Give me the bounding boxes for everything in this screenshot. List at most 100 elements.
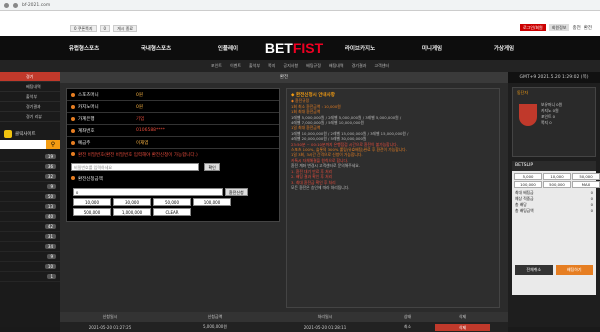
betslip-chip[interactable]: 100,000 [514, 181, 542, 188]
exchange-form: 스포츠머니 0원 카지노머니 0원 가계은행 기업 계좌번호 0106588**** 예… [66, 88, 280, 222]
amount-chips: 10,000 30,000 50,000 100,000 500,000 1,0… [73, 198, 273, 216]
subnav-event[interactable]: 이벤트 [230, 63, 241, 69]
nav-virtual-game[interactable]: 가상게임 [468, 44, 540, 52]
chip-100000[interactable]: 100,000 [193, 198, 231, 206]
amount-label: 환전신청금액 [67, 173, 279, 185]
nav-live-casino[interactable]: 라이브카지노 [324, 44, 396, 52]
member-info-link[interactable]: 회원정보 [548, 24, 570, 31]
subnav-rules[interactable]: 배팅규정 [306, 63, 321, 69]
sport-count-row[interactable]: 50 [0, 192, 60, 202]
top-right-links: 로그인/회원 회원정보 충전 환전 [519, 24, 592, 31]
sport-count-badge: 10 [44, 264, 56, 269]
money-icon [71, 176, 75, 180]
subnav-attendance[interactable]: 출석부 [249, 63, 260, 69]
sport-count-badge: 9 [47, 184, 56, 189]
sport-count-row[interactable]: 36 [0, 162, 60, 172]
betslip: BETSLIP 5,000 10,000 50,000 100,000 500,… [512, 161, 600, 295]
subnav-history[interactable]: 배팅내역 [329, 63, 344, 69]
sidebar-search[interactable]: ⚲ [0, 140, 60, 149]
sport-count-list: 19 36 32 9 50 13 40 42 31 34 9 10 1 [0, 149, 60, 282]
sport-count-row[interactable]: 34 [0, 242, 60, 252]
shield-icon [519, 104, 537, 126]
betslip-title: BETSLIP [512, 161, 596, 171]
top-bar: 0 쿠폰쪽지 0 게시 종료 로그인/회원 회원정보 충전 환전 [0, 11, 600, 36]
betslip-chips: 5,000 10,000 50,000 100,000 500,000 MAX [512, 171, 600, 190]
address-bar[interactable]: bf-2021.com [22, 3, 50, 8]
sport-count-row[interactable]: 40 [0, 212, 60, 222]
password-input[interactable]: 비밀번호를 입력하세요 [71, 163, 199, 171]
coin-icon [71, 104, 75, 109]
form-row-casino-money: 카지노머니 0원 [67, 101, 279, 113]
top-btn-2[interactable]: 게시 종료 [113, 25, 138, 32]
sport-count-row[interactable]: 1 [0, 272, 60, 282]
sidebar-item-results[interactable]: 경기결과 [0, 102, 60, 112]
sidebar-item-attendance[interactable]: 출석부 [0, 92, 60, 102]
search-icon[interactable]: ⚲ [46, 140, 60, 149]
cancel-all-button[interactable]: 전체취소 [515, 265, 553, 275]
nav-euro-sports[interactable]: 유럽형스포츠 [48, 44, 120, 52]
chip-1000000[interactable]: 1,000,000 [113, 208, 151, 216]
form-row-holder: 예금주 이재엽 [67, 137, 279, 149]
sport-count-badge: 9 [47, 254, 56, 259]
browser-chrome: bf-2021.com [0, 0, 600, 327]
sport-count-row[interactable]: 9 [0, 252, 60, 262]
sidebar-item-bet-history[interactable]: 베팅내역 [0, 82, 60, 92]
chip-500000[interactable]: 500,000 [73, 208, 111, 216]
sport-count-badge: 34 [44, 244, 56, 249]
subnav-support[interactable]: 고객센터 [374, 63, 389, 69]
forward-icon[interactable] [13, 2, 18, 8]
chip-30000[interactable]: 30,000 [113, 198, 151, 206]
delete-button[interactable]: 삭제 [435, 323, 490, 331]
site-logo[interactable]: BETFIST [264, 40, 324, 56]
sport-count-badge: 19 [44, 154, 56, 159]
betslip-chip[interactable]: 5,000 [514, 173, 542, 180]
nav-mini-game[interactable]: 미니게임 [396, 44, 468, 52]
place-bet-button[interactable]: 배팅하기 [555, 265, 593, 275]
sport-count-row[interactable]: 31 [0, 232, 60, 242]
user-level: 동단자 [517, 90, 529, 95]
coupon-link[interactable]: 0 쿠폰쪽지 [70, 25, 97, 32]
betslip-chip[interactable]: MAX [572, 181, 600, 188]
subnav-message[interactable]: 쪽지 [268, 63, 275, 69]
amount-input[interactable] [73, 188, 223, 196]
sport-count-row[interactable]: 13 [0, 202, 60, 212]
sport-count-row[interactable]: 9 [0, 182, 60, 192]
chip-10000[interactable]: 10,000 [73, 198, 111, 206]
page-title: 환전 [60, 72, 508, 83]
left-sidebar: 경기 베팅내역 출석부 경기결과 경기 리뷰 클릭사이트 ⚲ 19 36 32 9 50… [0, 72, 60, 327]
nav-inplay[interactable]: 인플레이 [192, 44, 264, 52]
subnav-point[interactable]: 포인트 [211, 63, 222, 69]
user-balances: 보유머니 0원 카지노 0원 포인트 0 쪽지 0 [541, 102, 563, 125]
exchange-link[interactable]: 환전 [584, 25, 592, 31]
sport-count-row[interactable]: 10 [0, 262, 60, 272]
chip-50000[interactable]: 50,000 [153, 198, 191, 206]
table-row: 2021-05-20 01:27:25 5,000,000원 2021-05-2… [60, 322, 508, 332]
back-icon[interactable] [4, 2, 9, 8]
sidebar-item-review[interactable]: 경기 리뷰 [0, 112, 60, 122]
amount-controls: 환전신청 10,000 30,000 50,000 100,000 500,00… [73, 188, 273, 216]
sport-count-badge: 31 [44, 234, 56, 239]
sport-count-row[interactable]: 32 [0, 172, 60, 182]
subnav-results[interactable]: 경기결과 [352, 63, 367, 69]
coin-icon [71, 92, 75, 97]
chip-clear[interactable]: CLEAR [153, 208, 191, 216]
sport-count-row[interactable]: 42 [0, 222, 60, 232]
login-link[interactable]: 로그인/회원 [519, 24, 546, 31]
password-confirm-button[interactable]: 확인 [204, 163, 220, 171]
nav-domestic-sports[interactable]: 국내형스포츠 [120, 44, 192, 52]
sidebar-item-game[interactable]: 경기 [0, 72, 60, 82]
subnav-notice[interactable]: 공지사항 [283, 63, 298, 69]
bank-icon [71, 116, 75, 121]
sub-nav: 포인트 이벤트 출석부 쪽지 공지사항 배팅규정 배팅내역 경기결과 고객센터 [0, 60, 600, 72]
charge-link[interactable]: 충전 [572, 25, 580, 31]
sport-count-row[interactable]: 19 [0, 152, 60, 162]
betslip-chip[interactable]: 500,000 [543, 181, 571, 188]
right-sidebar: GMT+9 2021.5.20 1:29:02 (목) 동단자 보유머니 0원 … [508, 72, 600, 327]
exchange-submit-button[interactable]: 환전신청 [225, 188, 248, 196]
top-btn-1[interactable]: 0 [99, 25, 111, 32]
betslip-chip[interactable]: 50,000 [572, 173, 600, 180]
live-site-label[interactable]: 클릭사이트 [15, 131, 36, 137]
notice-line: 모든 환전은 승인에 따라 처리됩니다. [291, 184, 350, 190]
betslip-chip[interactable]: 10,000 [543, 173, 571, 180]
sport-count-badge: 13 [44, 204, 56, 209]
